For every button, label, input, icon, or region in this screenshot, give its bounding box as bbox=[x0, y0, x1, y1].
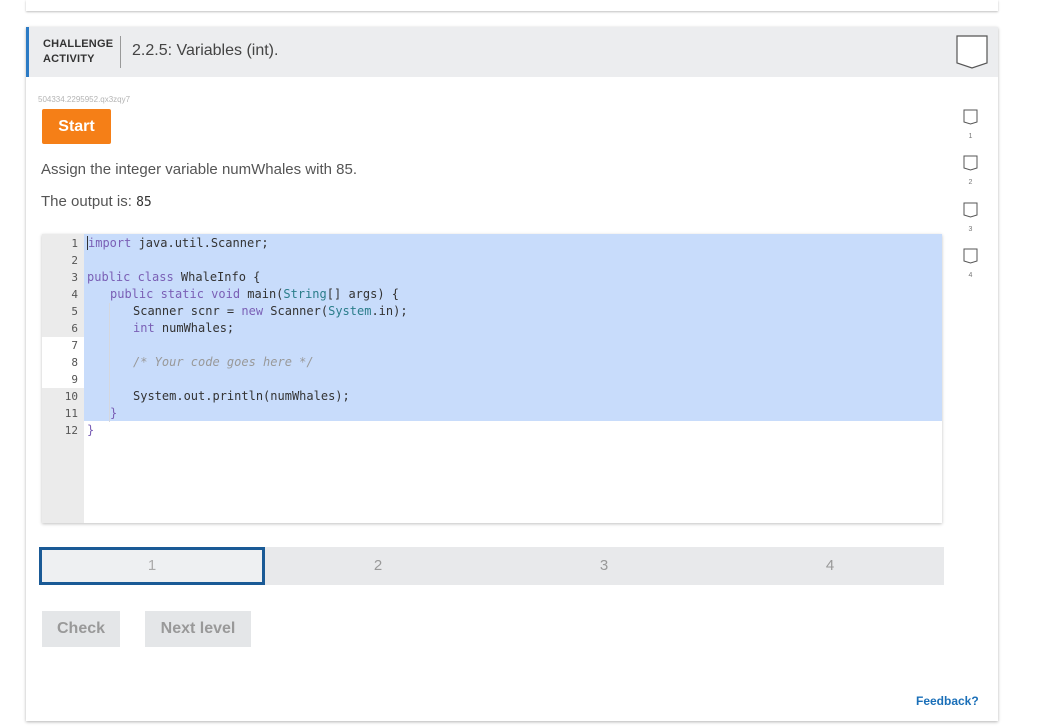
side-level-number: 2 bbox=[968, 179, 973, 186]
code-text: [] args) { bbox=[326, 287, 400, 301]
code-line-6: int numWhales; bbox=[133, 320, 234, 337]
activity-title: 2.2.5: Variables (int). bbox=[132, 42, 279, 59]
code-editor[interactable]: 1 2 3 4 5 6 7 8 9 10 11 12 import java.u… bbox=[42, 234, 942, 523]
start-button[interactable]: Start bbox=[42, 109, 111, 144]
line-number: 9 bbox=[42, 371, 84, 388]
code-line-1: import java.util.Scanner; bbox=[87, 235, 269, 252]
line-number: 4 bbox=[71, 288, 78, 301]
level-2-badge-icon[interactable] bbox=[963, 155, 978, 171]
activity-type-line1: CHALLENGE bbox=[43, 38, 114, 50]
side-level-number: 4 bbox=[968, 272, 973, 279]
activity-type-line2: ACTIVITY bbox=[43, 53, 95, 65]
level-tab-1[interactable]: 1 bbox=[39, 547, 265, 585]
header-divider bbox=[120, 36, 121, 68]
activity-type: CHALLENGE ACTIVITY bbox=[43, 37, 113, 67]
line-number: 2 bbox=[71, 254, 78, 267]
code-line-10: System.out.println(numWhales); bbox=[133, 389, 350, 403]
activity-id: 504334.2295952.qx3zqy7 bbox=[38, 95, 131, 104]
code-text: Scanner scnr = bbox=[133, 304, 242, 318]
instructions: Assign the integer variable numWhales wi… bbox=[41, 161, 357, 178]
completion-badge-icon bbox=[956, 35, 988, 69]
line-number: 6 bbox=[71, 322, 78, 335]
check-button[interactable]: Check bbox=[42, 611, 120, 647]
code-keyword: int bbox=[133, 321, 155, 335]
line-number-gutter: 1 2 3 4 5 6 7 8 9 10 11 12 bbox=[42, 234, 84, 523]
code-line-11: } bbox=[110, 406, 118, 420]
line-number: 10 bbox=[64, 390, 78, 403]
line-number: 11 bbox=[64, 407, 78, 420]
level-navigation: 1 2 3 4 bbox=[39, 547, 944, 585]
feedback-link[interactable]: Feedback? bbox=[916, 694, 979, 708]
level-1-badge-icon[interactable] bbox=[963, 109, 978, 125]
level-tab-3[interactable]: 3 bbox=[491, 547, 717, 585]
line-number: 5 bbox=[71, 305, 78, 318]
output-value: 85 bbox=[136, 195, 152, 210]
output-label: The output is: bbox=[41, 193, 137, 210]
side-level-number: 1 bbox=[968, 133, 973, 140]
code-text: main( bbox=[240, 287, 284, 301]
code-text: WhaleInfo { bbox=[173, 270, 261, 284]
challenge-activity-card: CHALLENGE ACTIVITY 2.2.5: Variables (int… bbox=[26, 27, 998, 721]
activity-header: CHALLENGE ACTIVITY 2.2.5: Variables (int… bbox=[26, 27, 998, 77]
code-text: java.util.Scanner; bbox=[131, 236, 269, 250]
code-text: Scanner( bbox=[263, 304, 329, 318]
code-line-4: public static void main(String[] args) { bbox=[110, 286, 399, 303]
next-level-button[interactable]: Next level bbox=[145, 611, 251, 647]
level-tab-2[interactable]: 2 bbox=[265, 547, 491, 585]
level-4-badge-icon[interactable] bbox=[963, 248, 978, 264]
code-line-5: Scanner scnr = new Scanner(System.in); bbox=[133, 303, 408, 320]
code-keyword: import bbox=[87, 236, 132, 250]
code-line-12: } bbox=[87, 423, 95, 437]
code-text: .in); bbox=[371, 304, 408, 318]
previous-card bbox=[26, 0, 998, 11]
code-type: System bbox=[328, 304, 372, 318]
code-comment: /* Your code goes here */ bbox=[133, 355, 314, 369]
line-number: 3 bbox=[71, 271, 78, 284]
level-3-badge-icon[interactable] bbox=[963, 202, 978, 218]
code-keyword: new bbox=[241, 304, 264, 318]
line-number: 1 bbox=[71, 237, 78, 250]
line-number: 12 bbox=[64, 424, 78, 437]
code-keyword: public class bbox=[87, 270, 174, 284]
code-line-3: public class WhaleInfo { bbox=[87, 269, 260, 286]
code-text: numWhales; bbox=[154, 321, 235, 335]
expected-output: The output is: 85 bbox=[41, 193, 152, 210]
code-type: String bbox=[283, 287, 327, 301]
side-level-number: 3 bbox=[968, 226, 973, 233]
code-keyword: public static void bbox=[110, 287, 241, 301]
line-number: 8 bbox=[42, 354, 84, 371]
level-tab-4[interactable]: 4 bbox=[717, 547, 943, 585]
line-number: 7 bbox=[42, 337, 84, 354]
